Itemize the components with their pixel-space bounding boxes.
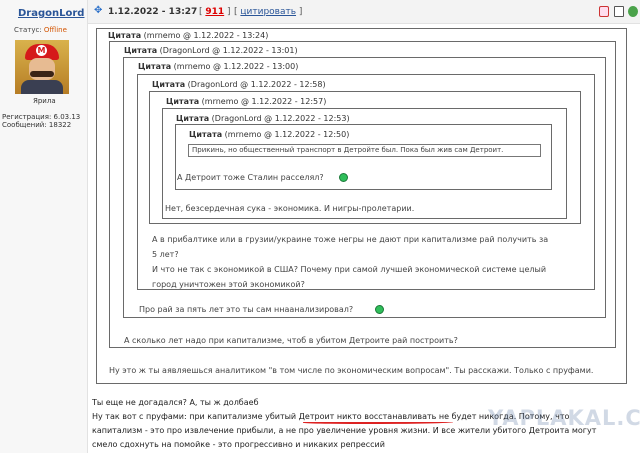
quote-4-label: Цитата [152, 80, 186, 89]
status-label: Статус: [14, 26, 42, 34]
quote-5-meta: (mrnemo @ 1.12.2022 - 12:57) [201, 97, 327, 106]
quote-1-meta: (mrnemo @ 1.12.2022 - 13:24) [143, 31, 269, 40]
pin-icon[interactable]: ✥ [94, 6, 104, 16]
smiley-icon [339, 173, 348, 182]
quote-7-text: Прикинь, но общественный транспорт в Дет… [188, 144, 541, 157]
smiley-icon [375, 305, 384, 314]
avatar[interactable]: M [15, 40, 69, 94]
report-icon[interactable] [599, 6, 609, 17]
post-number-wrap: [ 911 ] [199, 7, 231, 17]
quote-4-line-2: 5 лет? [152, 250, 179, 259]
quote-2-head: Цитата (DragonLord @ 1.12.2022 - 13:01) [124, 46, 298, 55]
quote-1-text: Ну это ж ты аявляешься аналитиком "в том… [109, 366, 594, 375]
avatar-moustache [30, 71, 54, 77]
quote-3-label: Цитата [138, 62, 172, 71]
quote-4-meta: (DragonLord @ 1.12.2022 - 12:58) [187, 80, 326, 89]
status-value: Offline [43, 26, 67, 34]
avatar-cap-letter: M [36, 45, 47, 56]
registration-date: Регистрация: 6.03.13 [2, 113, 81, 121]
quote-7-label: Цитата [189, 130, 223, 139]
quote-4-head: Цитата (DragonLord @ 1.12.2022 - 12:58) [152, 80, 326, 89]
quote-1-head: Цитата (mrnemo @ 1.12.2022 - 13:24) [108, 31, 268, 40]
quote-7-meta: (mrnemo @ 1.12.2022 - 12:50) [224, 130, 350, 139]
post-header: ✥ 1.12.2022 - 13:27 [ 911 ] [ цитировать… [88, 0, 640, 24]
quote-6-head: Цитата (DragonLord @ 1.12.2022 - 12:53) [176, 114, 350, 123]
quote-6-meta: (DragonLord @ 1.12.2022 - 12:53) [211, 114, 350, 123]
quote-1-label: Цитата [108, 31, 142, 40]
quote-5-text: Нет, безсердечная сука - экономика. И ни… [165, 204, 415, 213]
quote-6-text: А Детроит тоже Сталин расселял? [177, 170, 324, 185]
quote-3-text: Про рай за пять лет это ты сам ннаанализ… [139, 305, 354, 314]
quote-5-label: Цитата [166, 97, 200, 106]
post-number[interactable]: 911 [205, 7, 224, 17]
quote-4-text: А в прибалтике или в грузии/украине тоже… [152, 232, 548, 292]
avatar-caption: Ярила [33, 97, 56, 105]
quote-7-head: Цитата (mrnemo @ 1.12.2022 - 12:50) [189, 130, 349, 139]
quote-6-label: Цитата [176, 114, 210, 123]
quote-2-text: А сколько лет надо при капитализме, чтоб… [124, 336, 458, 345]
quote-2-meta: (DragonLord @ 1.12.2022 - 13:01) [159, 46, 298, 55]
quote-3-meta: (mrnemo @ 1.12.2022 - 13:00) [173, 62, 299, 71]
quote-4-line-3: И что не так с экономикой в США? Почему … [152, 265, 547, 274]
avatar-body [21, 80, 63, 94]
author-name[interactable]: DragonLord [18, 8, 84, 19]
quote-6-reply: А Детроит тоже Сталин расселял? [177, 173, 324, 182]
quote-2-label: Цитата [124, 46, 158, 55]
quote-4-line-4: город уничтожен этой экономикой? [152, 280, 305, 289]
author-panel: DragonLord Статус: Offline M Ярила Регис… [0, 0, 88, 453]
author-status: Статус: Offline [14, 26, 67, 34]
quote-link-wrap: [ цитировать ] [234, 7, 303, 17]
status-icon [628, 6, 638, 17]
message-count: Сообщений: 18322 [2, 121, 72, 129]
watermark: YAPLAKAL.COM [488, 406, 640, 430]
quote-link[interactable]: цитировать [240, 7, 296, 17]
post-line-4: смело сдохнуть на помойке - это прогресс… [92, 440, 385, 449]
edit-icon[interactable] [614, 6, 624, 17]
quote-4-line-1: А в прибалтике или в грузии/украине тоже… [152, 235, 549, 244]
quote-5-head: Цитата (mrnemo @ 1.12.2022 - 12:57) [166, 97, 326, 106]
post-date: 1.12.2022 - 13:27 [108, 7, 198, 17]
quote-3-head: Цитата (mrnemo @ 1.12.2022 - 13:00) [138, 62, 298, 71]
author-stats: Регистрация: 6.03.13 Сообщений: 18322 [2, 113, 80, 129]
